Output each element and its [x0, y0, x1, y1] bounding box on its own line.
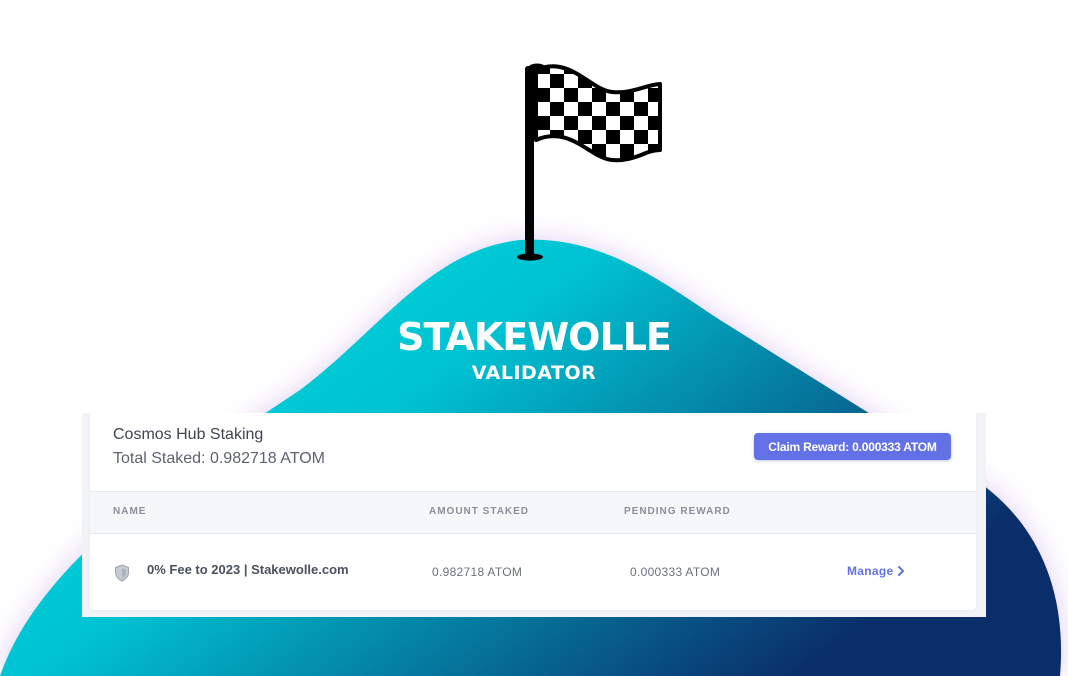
manage-link[interactable]: Manage — [847, 564, 905, 578]
card-header: Cosmos Hub Staking Total Staked: 0.98271… — [90, 413, 976, 491]
staking-panel: Cosmos Hub Staking Total Staked: 0.98271… — [82, 413, 986, 617]
chevron-right-icon — [898, 566, 905, 576]
brand-block: STAKEWOLLE VALIDATOR — [0, 312, 1068, 384]
column-header-name: NAME — [113, 506, 147, 517]
table-row: 0% Fee to 2023 | Stakewolle.com 0.982718… — [90, 534, 976, 610]
card-title: Cosmos Hub Staking — [113, 426, 264, 443]
manage-label: Manage — [847, 564, 894, 578]
table-header: NAME AMOUNT STAKED PENDING REWARD — [90, 491, 976, 534]
column-header-amount-staked: AMOUNT STAKED — [429, 506, 530, 517]
claim-reward-button[interactable]: Claim Reward: 0.000333 ATOM — [754, 433, 951, 460]
shield-icon — [115, 564, 129, 582]
brand-title: STAKEWOLLE — [397, 315, 672, 359]
column-header-pending-reward: PENDING REWARD — [624, 506, 731, 517]
checkered-flag-icon — [517, 63, 662, 261]
amount-staked-value: 0.982718 ATOM — [432, 565, 523, 579]
total-staked: Total Staked: 0.982718 ATOM — [113, 450, 325, 467]
brand-subtitle: VALIDATOR — [471, 362, 597, 384]
validator-name: 0% Fee to 2023 | Stakewolle.com — [147, 562, 349, 577]
staking-card: Cosmos Hub Staking Total Staked: 0.98271… — [90, 413, 976, 610]
pending-reward-value: 0.000333 ATOM — [630, 565, 721, 579]
